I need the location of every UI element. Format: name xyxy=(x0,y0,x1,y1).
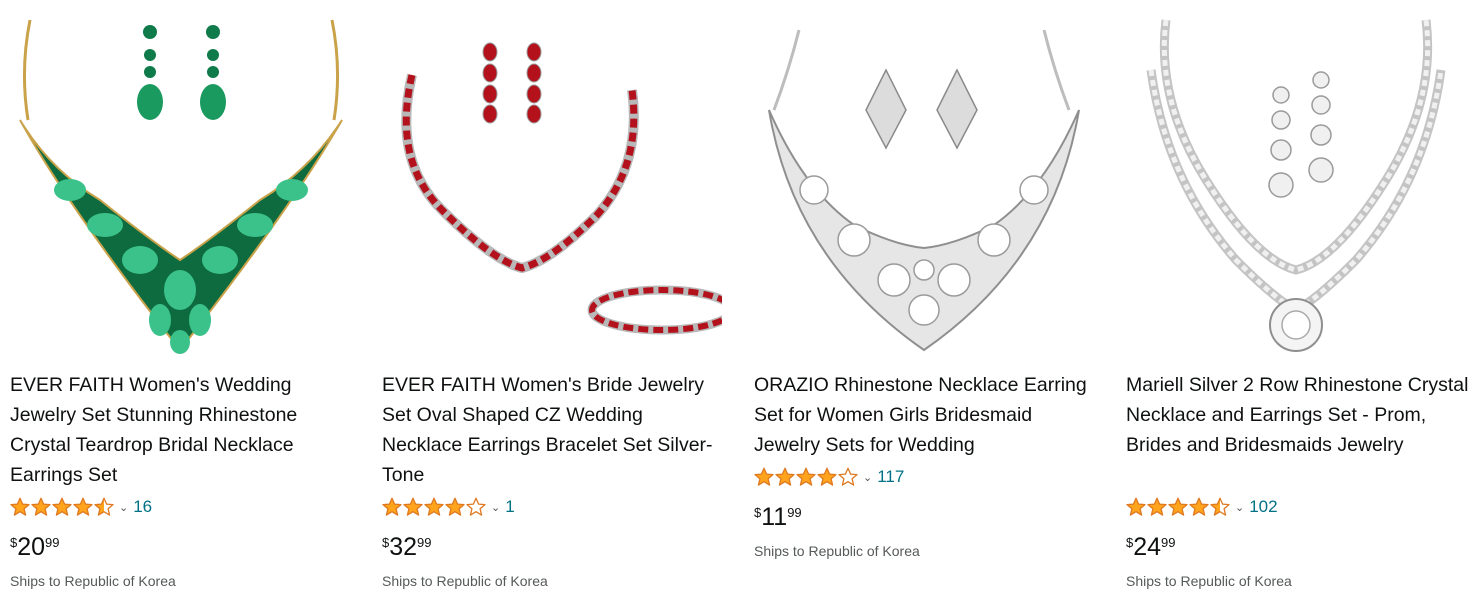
price-fraction: 99 xyxy=(417,535,432,550)
shipping-text: Ships to Republic of Korea xyxy=(1126,573,1292,589)
price-whole: 20 xyxy=(17,533,46,561)
price-symbol: $ xyxy=(754,505,762,520)
star-icon xyxy=(466,497,486,516)
star-rating[interactable] xyxy=(10,497,115,517)
price-whole: 24 xyxy=(1133,533,1162,561)
product-image-link[interactable] xyxy=(10,10,350,360)
product-image-link[interactable] xyxy=(382,10,722,360)
product-title-link[interactable]: EVER FAITH Women's Bride Jewelry Set Ova… xyxy=(382,370,727,490)
product-card: EVER FAITH Women's Bride Jewelry Set Ova… xyxy=(382,0,742,595)
chevron-down-icon[interactable]: ⌄ xyxy=(863,471,872,484)
review-count-link[interactable]: 117 xyxy=(877,467,904,487)
star-icon xyxy=(445,497,465,516)
product-card: ORAZIO Rhinestone Necklace Earring Set f… xyxy=(754,0,1114,595)
star-icon xyxy=(817,467,837,486)
product-title-link[interactable]: EVER FAITH Women's Wedding Jewelry Set S… xyxy=(10,370,355,490)
rating-row: ⌄ 102 xyxy=(1126,495,1278,519)
price-symbol: $ xyxy=(1126,535,1134,550)
star-icon xyxy=(1189,497,1209,516)
price[interactable]: $ 32 99 xyxy=(382,533,432,561)
price-fraction: 99 xyxy=(1161,535,1176,550)
chevron-down-icon[interactable]: ⌄ xyxy=(491,501,500,514)
product-image-link[interactable] xyxy=(1126,10,1466,360)
review-count-link[interactable]: 102 xyxy=(1249,497,1277,517)
star-icon xyxy=(73,497,93,516)
rating-row: ⌄ 117 xyxy=(754,465,904,489)
red-necklace-set-image xyxy=(401,42,722,335)
product-title-link[interactable]: ORAZIO Rhinestone Necklace Earring Set f… xyxy=(754,370,1099,460)
rating-row: ⌄ 1 xyxy=(382,495,515,519)
price-symbol: $ xyxy=(10,535,18,550)
shipping-text: Ships to Republic of Korea xyxy=(754,543,920,559)
star-icon xyxy=(838,467,858,486)
star-icon xyxy=(754,467,774,486)
star-icon xyxy=(1210,497,1230,516)
silver-two-row-necklace-set-image xyxy=(1146,19,1446,352)
star-icon xyxy=(1126,497,1146,516)
star-icon xyxy=(94,497,114,516)
shipping-text: Ships to Republic of Korea xyxy=(10,573,176,589)
star-icon xyxy=(403,497,423,516)
price-fraction: 99 xyxy=(45,535,60,550)
product-image-link[interactable] xyxy=(754,10,1094,360)
product-card: EVER FAITH Women's Wedding Jewelry Set S… xyxy=(10,0,370,595)
star-icon xyxy=(424,497,444,516)
star-icon xyxy=(10,497,30,516)
price-whole: 32 xyxy=(389,533,418,561)
price[interactable]: $ 20 99 xyxy=(10,533,60,561)
price[interactable]: $ 24 99 xyxy=(1126,533,1176,561)
star-icon xyxy=(382,497,402,516)
price-whole: 11 xyxy=(761,503,788,531)
chevron-down-icon[interactable]: ⌄ xyxy=(119,501,128,514)
star-rating[interactable] xyxy=(1126,497,1231,517)
chevron-down-icon[interactable]: ⌄ xyxy=(1235,501,1244,514)
star-icon xyxy=(31,497,51,516)
review-count-link[interactable]: 1 xyxy=(505,497,514,517)
star-rating[interactable] xyxy=(754,467,859,487)
star-icon xyxy=(1147,497,1167,516)
star-rating[interactable] xyxy=(382,497,487,517)
star-icon xyxy=(775,467,795,486)
star-icon xyxy=(52,497,72,516)
star-icon xyxy=(796,467,816,486)
shipping-text: Ships to Republic of Korea xyxy=(382,573,548,589)
price-fraction: 99 xyxy=(787,505,802,520)
product-grid: EVER FAITH Women's Wedding Jewelry Set S… xyxy=(0,0,1472,595)
product-title-link[interactable]: Mariell Silver 2 Row Rhinestone Crystal … xyxy=(1126,370,1471,460)
price[interactable]: $ 11 99 xyxy=(754,503,802,531)
rating-row: ⌄ 16 xyxy=(10,495,152,519)
green-necklace-set-image xyxy=(19,19,343,354)
star-icon xyxy=(1168,497,1188,516)
product-card: Mariell Silver 2 Row Rhinestone Crystal … xyxy=(1126,0,1472,595)
silver-floral-necklace-set-image xyxy=(768,29,1080,352)
price-symbol: $ xyxy=(382,535,390,550)
review-count-link[interactable]: 16 xyxy=(133,497,152,517)
